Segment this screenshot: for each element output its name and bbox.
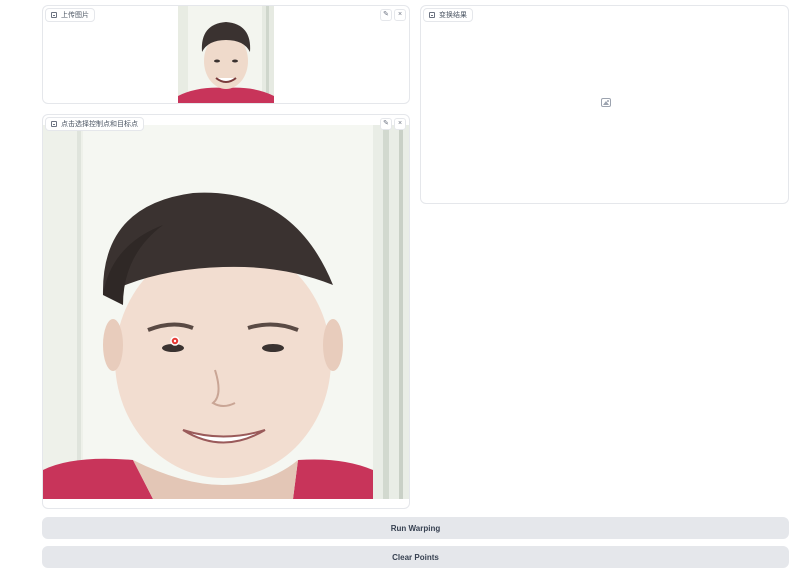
image-icon — [51, 121, 57, 127]
clear-points-button[interactable]: Clear Points — [42, 546, 789, 568]
result-label: 变换结果 — [423, 8, 473, 22]
image-icon — [51, 12, 57, 18]
image-icon — [429, 12, 435, 18]
upload-image-panel[interactable]: 上传图片 ✎ × — [42, 5, 410, 104]
pencil-icon[interactable]: ✎ — [380, 118, 392, 130]
close-icon[interactable]: × — [394, 118, 406, 130]
control-points-tools: ✎ × — [380, 118, 406, 130]
control-points-label: 点击选择控制点和目标点 — [45, 117, 144, 131]
upload-image-label: 上传图片 — [45, 8, 95, 22]
pencil-icon[interactable]: ✎ — [380, 9, 392, 21]
control-points-label-text: 点击选择控制点和目标点 — [61, 120, 138, 128]
run-warping-button[interactable]: Run Warping — [42, 517, 789, 539]
point-selection-image[interactable] — [43, 125, 409, 499]
uploaded-image — [178, 6, 274, 103]
upload-image-tools: ✎ × — [380, 9, 406, 21]
result-panel: 变换结果 — [420, 5, 789, 204]
close-icon[interactable]: × — [394, 9, 406, 21]
upload-image-label-text: 上传图片 — [61, 11, 89, 19]
image-placeholder-icon — [601, 98, 611, 107]
result-label-text: 变换结果 — [439, 11, 467, 19]
control-points-panel[interactable]: 点击选择控制点和目标点 ✎ × — [42, 114, 410, 509]
